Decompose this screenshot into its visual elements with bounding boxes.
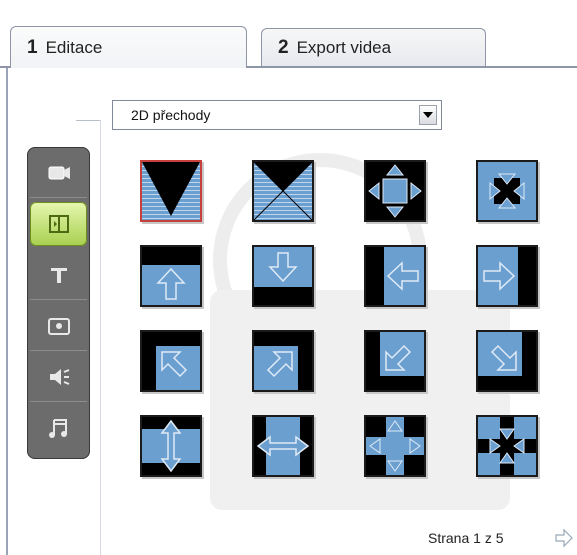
transition-tile-slide-right[interactable]	[476, 245, 538, 307]
tab-editace[interactable]: 1 Editace	[10, 26, 247, 68]
transitions-icon	[48, 215, 69, 233]
tab-number: 1	[27, 36, 38, 58]
photo-icon	[47, 318, 70, 335]
next-page-arrow-icon[interactable]	[554, 527, 574, 549]
sidebar-item-music[interactable]	[30, 406, 87, 450]
slide-left-icon	[366, 247, 424, 305]
cross-collapse-icon	[478, 417, 536, 475]
transition-tile-slide-left[interactable]	[364, 245, 426, 307]
sidebar-item-transitions[interactable]	[30, 202, 87, 246]
title-icon	[50, 268, 67, 283]
music-icon	[48, 419, 67, 438]
transition-tile-wipe-down-triangle[interactable]	[140, 160, 202, 222]
sidebar-item-audio[interactable]	[30, 355, 87, 402]
tab-bar: 1 Editace 2 Export videa	[0, 0, 577, 70]
transition-tile-slide-down[interactable]	[252, 245, 314, 307]
transition-tile-expand-four-arrows[interactable]	[364, 160, 426, 222]
transition-tile-slide-up-right[interactable]	[252, 330, 314, 392]
chevron-down-icon[interactable]	[419, 105, 437, 125]
tab-label: Editace	[45, 37, 103, 57]
collapse-four-arrows-icon	[478, 162, 536, 220]
transition-category-select[interactable]: 2D přechody	[112, 100, 442, 130]
transition-tile-split-horizontal[interactable]	[252, 415, 314, 477]
panel-left-border	[6, 68, 8, 555]
slide-down-right-icon	[478, 332, 536, 390]
tab-label: Export videa	[296, 37, 392, 57]
select-value: 2D přechody	[131, 107, 211, 123]
slide-down-left-icon	[366, 332, 424, 390]
content-guide-line	[100, 120, 101, 555]
transition-tile-slide-down-right[interactable]	[476, 330, 538, 392]
tab-export-videa[interactable]: 2 Export videa	[261, 28, 486, 66]
transition-tile-cross-collapse[interactable]	[476, 415, 538, 477]
transition-tile-slide-up-left[interactable]	[140, 330, 202, 392]
slide-up-right-icon	[254, 332, 312, 390]
audio-icon	[49, 369, 69, 385]
slide-up-left-icon	[142, 332, 200, 390]
expand-four-arrows-icon	[366, 162, 424, 220]
sidebar-item-photo[interactable]	[30, 304, 87, 351]
cross-expand-icon	[366, 417, 424, 475]
tab-number: 2	[278, 36, 289, 58]
transition-tile-slide-up[interactable]	[140, 245, 202, 307]
split-horizontal-icon	[254, 417, 312, 475]
transition-tile-cross-expand[interactable]	[364, 415, 426, 477]
transition-tile-collapse-four-arrows[interactable]	[476, 160, 538, 222]
transition-tile-split-vertical[interactable]	[140, 415, 202, 477]
tool-sidebar	[27, 147, 90, 459]
split-vertical-icon	[142, 417, 200, 475]
video-icon	[48, 166, 70, 180]
slide-right-icon	[478, 247, 536, 305]
slide-up-icon	[142, 247, 200, 305]
sidebar-item-title[interactable]	[30, 253, 87, 300]
transition-tile-hourglass[interactable]	[252, 160, 314, 222]
slide-down-icon	[254, 247, 312, 305]
wipe-down-triangle-icon	[142, 162, 200, 220]
page-indicator: Strana 1 z 5	[428, 530, 504, 546]
transition-tile-slide-down-left[interactable]	[364, 330, 426, 392]
hourglass-icon	[254, 162, 312, 220]
dropdown-connector	[76, 120, 100, 121]
sidebar-item-video[interactable]	[30, 151, 87, 198]
